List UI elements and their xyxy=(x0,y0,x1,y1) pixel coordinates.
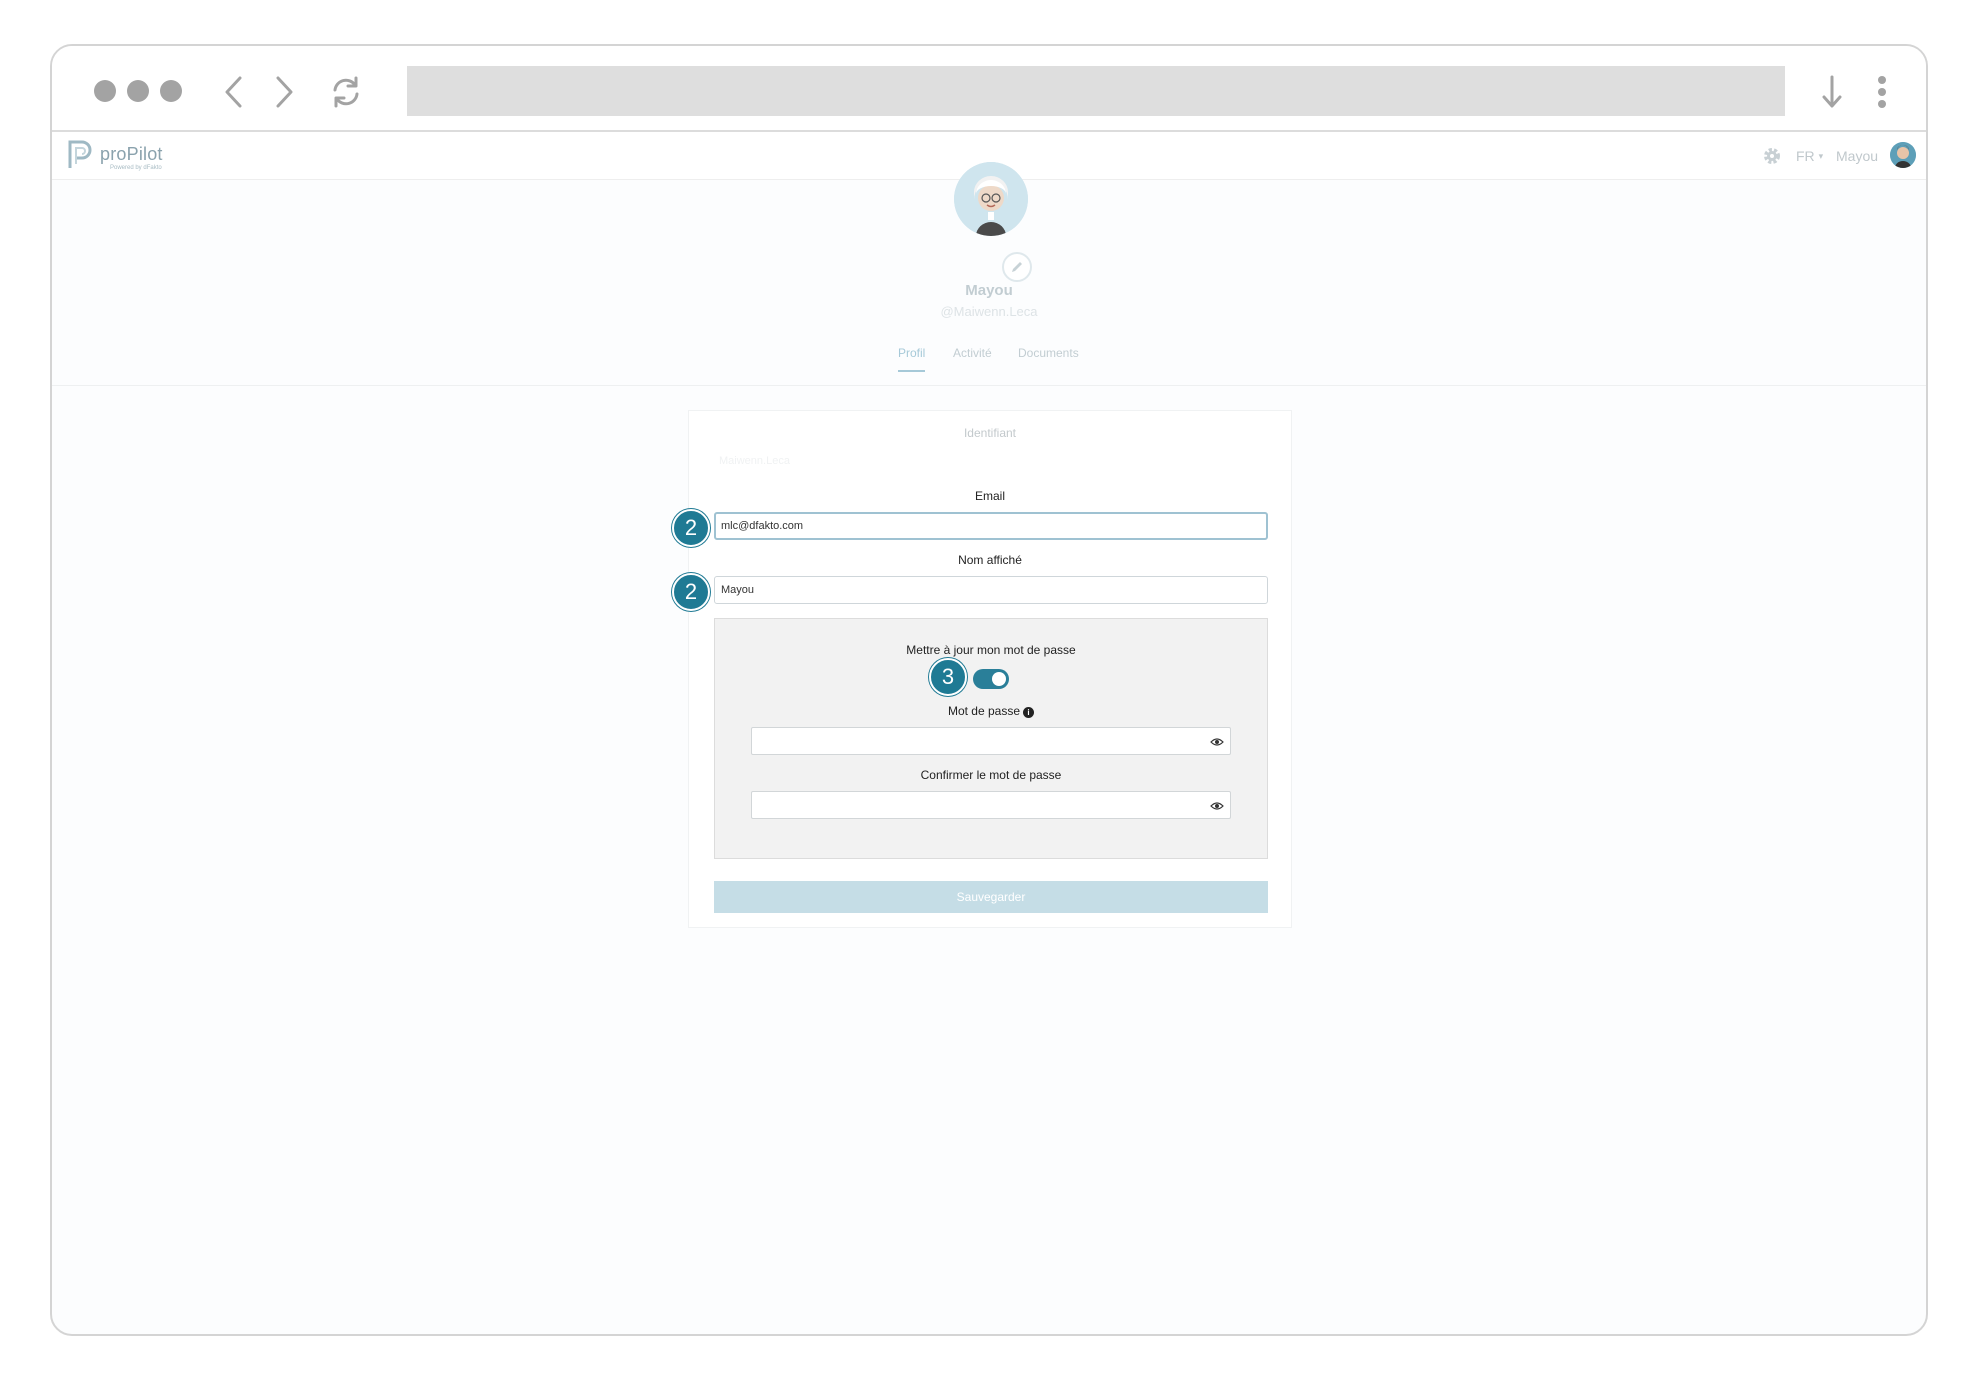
language-label: FR xyxy=(1796,148,1815,164)
window-control-dot[interactable] xyxy=(127,80,149,102)
window-control-dot[interactable] xyxy=(94,80,116,102)
edit-avatar-button[interactable] xyxy=(1002,252,1032,282)
profile-tabs: Profil Activité Documents xyxy=(52,346,1926,386)
identifier-label: Identifiant xyxy=(963,426,1017,440)
password-section: Mettre à jour mon mot de passe Mot de pa… xyxy=(714,618,1268,859)
app-name: proPilot xyxy=(100,144,163,164)
download-icon[interactable] xyxy=(1810,70,1854,114)
password-toggle[interactable] xyxy=(973,669,1009,689)
save-button[interactable]: Sauvegarder xyxy=(714,881,1268,913)
profile-display-name: Mayou xyxy=(965,282,1013,299)
tab-activite[interactable]: Activité xyxy=(953,346,992,370)
confirm-password-label: Confirmer le mot de passe xyxy=(920,768,1062,782)
profile-form-card: Identifiant Maiwenn.Leca Email Nom affic… xyxy=(688,410,1292,928)
tab-profil[interactable]: Profil xyxy=(898,346,926,372)
display-name-label: Nom affiché xyxy=(958,553,1022,567)
identifier-value: Maiwenn.Leca xyxy=(719,455,790,467)
reload-icon[interactable] xyxy=(324,70,368,114)
info-icon[interactable]: i xyxy=(1023,707,1035,718)
toggle-knob xyxy=(992,672,1006,686)
propilot-logo[interactable]: proPilot Powered by dFakto xyxy=(66,138,176,172)
language-selector[interactable]: FR ▾ xyxy=(1796,148,1823,164)
browser-window: proPilot Powered by dFakto FR ▾ Mayou Ma… xyxy=(50,44,1928,1336)
password-input[interactable] xyxy=(751,727,1231,755)
profile-avatar[interactable] xyxy=(954,162,1028,236)
header-avatar[interactable] xyxy=(1890,142,1916,168)
password-label: Mot de passe xyxy=(947,704,1021,718)
window-control-dot[interactable] xyxy=(160,80,182,102)
email-input[interactable] xyxy=(714,512,1268,540)
email-label: Email xyxy=(974,489,1005,503)
pencil-icon xyxy=(1012,262,1022,272)
eye-icon[interactable] xyxy=(1210,735,1224,749)
chevron-down-icon: ▾ xyxy=(1818,151,1824,161)
more-vertical-icon[interactable] xyxy=(1860,70,1904,114)
step-marker-display-name: 2 xyxy=(672,573,710,611)
gear-icon[interactable] xyxy=(1762,146,1782,166)
back-arrow-icon[interactable] xyxy=(212,70,256,114)
password-label-row: Mot de passe i xyxy=(715,704,1267,718)
password-toggle-label: Mettre à jour mon mot de passe xyxy=(906,643,1076,657)
address-bar[interactable] xyxy=(407,66,1785,116)
profile-handle: @Maiwenn.Leca xyxy=(940,304,1038,319)
display-name-input[interactable] xyxy=(714,576,1268,604)
propilot-logo-mark-icon xyxy=(68,140,92,168)
step-marker-toggle: 3 xyxy=(929,658,967,696)
browser-toolbar xyxy=(52,46,1926,132)
forward-arrow-icon[interactable] xyxy=(262,70,306,114)
confirm-password-input[interactable] xyxy=(751,791,1231,819)
app-tagline: Powered by dFakto xyxy=(110,165,162,171)
step-marker-email: 2 xyxy=(672,509,710,547)
tab-documents[interactable]: Documents xyxy=(1018,346,1079,370)
header-user-name[interactable]: Mayou xyxy=(1836,148,1878,164)
eye-icon[interactable] xyxy=(1210,799,1224,813)
